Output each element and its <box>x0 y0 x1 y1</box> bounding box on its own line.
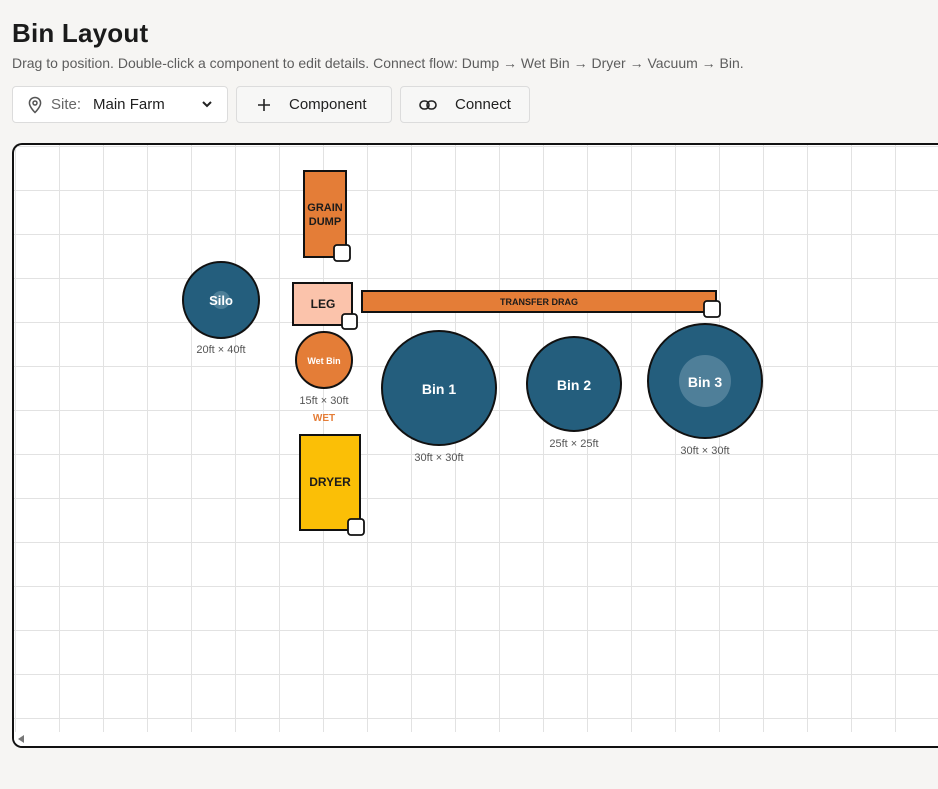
wet-bin-tag: WET <box>313 413 335 424</box>
grain-dump-label-line2: DUMP <box>309 216 341 228</box>
link-icon <box>419 99 437 110</box>
chevron-down-icon[interactable] <box>201 98 213 110</box>
silo-size: 20ft × 40ft <box>196 344 245 356</box>
transfer-drag-component[interactable]: TRANSFER DRAG <box>361 290 717 313</box>
scroll-left-icon[interactable] <box>18 735 24 743</box>
bin-1-component[interactable]: Bin 1 <box>381 330 497 446</box>
wet-bin-label: Wet Bin <box>307 356 340 366</box>
wet-bin-size: 15ft × 30ft <box>299 395 348 407</box>
bin-2-size: 25ft × 25ft <box>549 438 598 450</box>
connect-label: Connect <box>455 96 511 113</box>
dryer-component[interactable]: DRYER <box>299 434 361 531</box>
wet-bin-component[interactable]: Wet Bin <box>295 331 353 389</box>
bin-1-size: 30ft × 30ft <box>414 452 463 464</box>
plus-icon <box>258 98 270 111</box>
layout-diagram: Silo 20ft × 40ft GRAIN DUMP LEG TRANSFER… <box>182 170 763 536</box>
site-label: Site: <box>51 96 82 113</box>
leg-label: LEG <box>311 297 336 311</box>
dryer-resize-handle[interactable] <box>347 518 365 536</box>
silo-label: Silo <box>209 293 233 308</box>
grain-dump-resize-handle[interactable] <box>333 244 351 262</box>
connect-button[interactable]: Connect <box>400 86 530 123</box>
bin-3-component[interactable]: Bin 3 <box>647 323 763 439</box>
map-pin-icon <box>28 96 42 114</box>
bin-1-label: Bin 1 <box>422 381 456 397</box>
layout-canvas[interactable]: Silo 20ft × 40ft GRAIN DUMP LEG TRANSFER… <box>12 143 938 748</box>
add-component-button[interactable]: Component <box>236 86 392 123</box>
horizontal-scrollbar[interactable] <box>14 732 938 746</box>
bin-3-label: Bin 3 <box>688 374 722 390</box>
transfer-drag-resize-handle[interactable] <box>703 300 721 318</box>
site-value: Main Farm <box>93 96 165 113</box>
page-title: Bin Layout <box>12 18 149 48</box>
transfer-drag-label: TRANSFER DRAG <box>500 297 578 307</box>
bin-3-size: 30ft × 30ft <box>680 445 729 457</box>
page-subtitle: Drag to position. Double-click a compone… <box>12 55 744 71</box>
bin-2-label: Bin 2 <box>557 377 591 393</box>
grain-dump-label-line1: GRAIN <box>307 202 343 214</box>
add-component-label: Component <box>289 96 367 113</box>
site-select[interactable]: Site: Main Farm <box>12 86 228 123</box>
bin-2-component[interactable]: Bin 2 <box>526 336 622 432</box>
silo-component[interactable]: Silo <box>182 261 260 339</box>
leg-resize-handle[interactable] <box>341 313 358 330</box>
dryer-label: DRYER <box>309 475 351 489</box>
